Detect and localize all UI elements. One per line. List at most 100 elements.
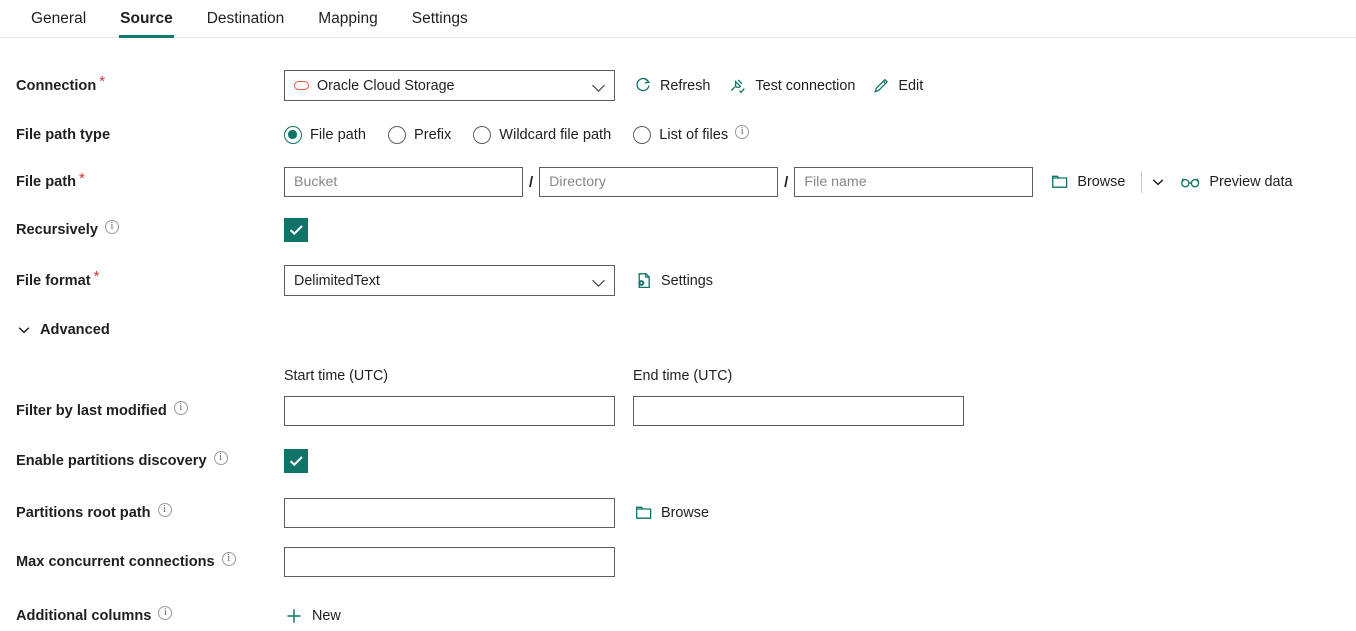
end-time-input[interactable] [633,396,964,426]
connection-value: Oracle Cloud Storage [317,77,455,94]
info-icon[interactable]: i [735,125,750,139]
folder-icon [635,505,653,521]
required-asterisk: * [79,169,85,187]
oracle-logo-icon [294,81,309,90]
path-separator: / [529,173,534,191]
required-asterisk: * [99,73,106,90]
info-icon[interactable]: i [221,552,236,566]
preview-data-label: Preview data [1209,174,1293,190]
tab-general[interactable]: General [14,0,103,38]
filter-by-last-modified-row: Filter by last modified i [0,396,1356,426]
radio-wildcard-file-path[interactable]: Wildcard file path [473,126,611,144]
test-connection-label: Test connection [755,77,856,94]
refresh-button[interactable]: Refresh [635,77,710,94]
tab-label: Source [120,10,173,27]
radio-label: File path [310,127,366,143]
info-icon[interactable]: i [173,401,188,415]
file-format-label: File format * [16,268,100,289]
radio-label: List of files [659,127,729,143]
start-time-input[interactable] [284,396,615,426]
source-form: Connection * Oracle Cloud Storage Refresh [0,38,1356,631]
file-gear-icon [635,272,653,290]
radio-indicator [633,126,652,144]
start-time-label: Start time (UTC) [284,368,389,384]
tab-bar: General Source Destination Mapping Setti… [0,0,1356,38]
filter-by-last-modified-block: Start time (UTC) End time (UTC) Filter b… [0,367,1356,426]
required-asterisk: * [93,268,100,285]
recursively-row: Recursively i [0,215,1356,245]
preview-data-button[interactable]: Preview data [1180,174,1293,190]
tab-label: Settings [411,10,468,27]
plug-check-icon [728,77,747,94]
bucket-input[interactable] [284,167,523,197]
add-new-column-button[interactable]: New [284,606,341,626]
connection-dropdown[interactable]: Oracle Cloud Storage [284,70,615,101]
recursively-label: Recursively i [0,220,284,238]
tab-mapping[interactable]: Mapping [301,0,394,38]
radio-file-path[interactable]: File path [284,126,366,144]
new-label: New [312,608,341,624]
tab-settings[interactable]: Settings [395,0,485,38]
file-path-row: File path* / / Browse [0,167,1356,197]
partitions-root-path-browse-button[interactable]: Browse [635,505,709,521]
chevron-down-icon [1153,179,1164,186]
browse-dropdown-button[interactable] [1150,174,1166,190]
edit-label: Edit [898,77,924,94]
file-path-label: File path * [16,169,85,191]
directory-input[interactable] [539,167,779,197]
enable-partitions-discovery-label: Enable partitions discovery i [0,451,284,469]
settings-label: Settings [661,272,713,289]
tab-label: Destination [206,10,285,27]
recursively-checkbox[interactable] [284,218,308,242]
file-format-dropdown[interactable]: DelimitedText [284,265,615,296]
info-icon[interactable]: i [158,606,173,620]
file-name-input[interactable] [794,167,1034,197]
info-icon[interactable]: i [104,220,119,234]
info-icon[interactable]: i [213,451,228,465]
partitions-root-path-input[interactable] [284,498,615,528]
end-time-label: End time (UTC) [633,368,733,384]
test-connection-button[interactable]: Test connection [728,77,855,94]
connection-row: Connection * Oracle Cloud Storage Refresh [0,70,1356,101]
file-path-type-label: File path type [16,127,111,143]
tab-destination[interactable]: Destination [190,0,302,38]
divider [1141,171,1143,193]
radio-indicator [473,126,492,144]
radio-label: Wildcard file path [499,127,612,143]
enable-partitions-discovery-row: Enable partitions discovery i [0,446,1356,476]
refresh-label: Refresh [660,77,711,94]
partitions-root-path-label: Partitions root path i [0,503,284,521]
partitions-root-path-row: Partitions root path i Browse [0,498,1356,528]
radio-indicator [387,126,406,144]
pencil-icon [873,77,890,94]
file-format-settings-button[interactable]: Settings [635,272,713,290]
tab-label: General [31,10,87,27]
file-path-type-radio-group: File path Prefix Wildcard file path List… [284,125,1356,144]
file-format-row: File format * DelimitedText Settings [0,265,1356,296]
enable-partitions-discovery-checkbox[interactable] [284,449,308,473]
advanced-label: Advanced [40,322,110,338]
path-separator: / [784,173,789,191]
file-format-value: DelimitedText [294,272,380,289]
chevron-down-icon [593,274,606,287]
browse-button[interactable]: Browse [1051,174,1125,190]
tab-source[interactable]: Source [103,0,190,38]
info-icon[interactable]: i [157,503,172,517]
chevron-down-icon [18,327,30,334]
time-sublabels-row: Start time (UTC) End time (UTC) [0,367,1356,385]
tab-label: Mapping [318,10,378,27]
advanced-section-toggle-row: Advanced [0,315,1356,345]
additional-columns-row: Additional columns i New [0,601,1356,631]
advanced-toggle[interactable]: Advanced [0,322,284,338]
connection-label: Connection * [16,73,106,94]
refresh-icon [635,77,652,94]
folder-icon [1051,174,1069,190]
max-concurrent-connections-label: Max concurrent connections i [0,552,284,570]
glasses-icon [1180,175,1201,189]
max-concurrent-connections-input[interactable] [284,547,615,577]
browse-label: Browse [661,505,709,521]
radio-list-of-files[interactable]: List of files i [633,125,750,144]
radio-prefix[interactable]: Prefix [387,126,451,144]
edit-button[interactable]: Edit [873,77,923,94]
max-concurrent-connections-row: Max concurrent connections i [0,547,1356,577]
